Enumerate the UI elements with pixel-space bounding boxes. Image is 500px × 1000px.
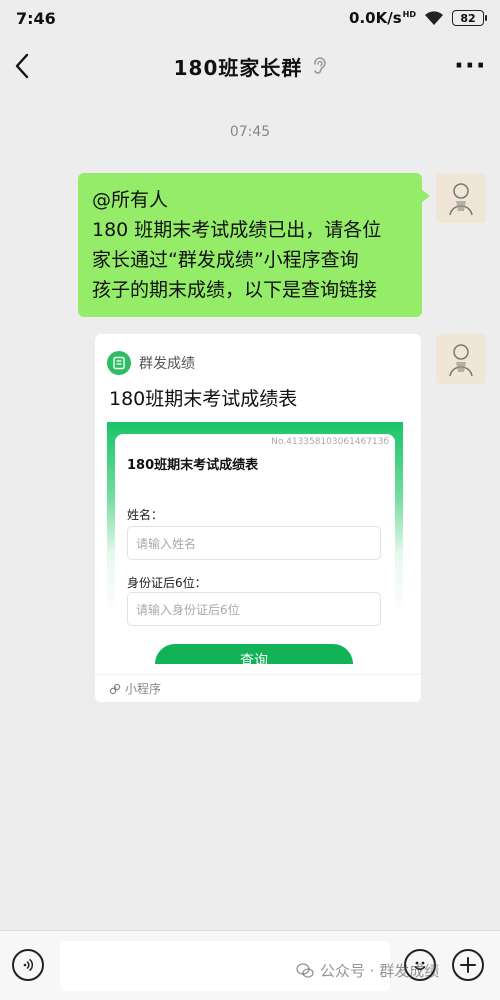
plus-icon [460, 957, 476, 973]
mini-program-name: 群发成绩 [139, 356, 195, 372]
mini-program-preview: No.41335810306146713б 180班期末考试成绩表 姓名： 请输… [107, 422, 403, 664]
watermark-text: 公众号 · 群发成绩 [320, 962, 440, 980]
voice-icon [23, 959, 34, 971]
mini-program-footer: 小程序 [95, 674, 421, 702]
id-label: 身份证后6位： [127, 576, 207, 590]
chevron-left-icon [15, 53, 29, 79]
sender-avatar[interactable] [436, 334, 486, 384]
mini-program-title: 180班期末考试成绩表 [109, 388, 298, 410]
form-serial-number: No.41335810306146713б [271, 437, 389, 447]
hd-badge: HD [402, 10, 416, 19]
more-options-button[interactable]: ··· [454, 53, 486, 79]
chat-title: 180班家长群 [173, 55, 303, 80]
network-speed: 0.0K/sHD [349, 9, 416, 27]
watermark: 公众号 · 群发成绩 [296, 960, 439, 981]
wifi-icon [424, 10, 444, 26]
text-message-bubble[interactable]: @所有人 180 班期末考试成绩已出，请各位 家长通过“群发成绩”小程序查询 孩… [78, 173, 430, 317]
message-line: @所有人 [92, 189, 169, 211]
sender-avatar[interactable] [436, 173, 486, 223]
id-placeholder: 请输入身份证后6位 [136, 602, 240, 617]
mini-program-logo-icon [107, 351, 131, 375]
message-timestamp: 07:45 [229, 124, 271, 140]
name-label: 姓名： [127, 508, 164, 522]
form-title: 180班期末考试成绩表 [127, 458, 259, 473]
mini-program-icon [109, 683, 121, 694]
mini-program-card[interactable]: 群发成绩 180班期末考试成绩表 No.41335810306146713б 1… [95, 334, 421, 702]
name-input: 请输入姓名 [127, 526, 381, 560]
chat-title-group: 180班家长群 [174, 52, 327, 81]
battery-icon: 82 [452, 10, 487, 26]
message-line: 180 班期末考试成绩已出，请各位 [92, 219, 382, 241]
mini-program-header: 群发成绩 [95, 334, 421, 380]
query-form-preview: No.41335810306146713б 180班期末考试成绩表 姓名： 请输… [115, 434, 395, 664]
chat-header: 180班家长群 ··· [0, 38, 500, 94]
name-placeholder: 请输入姓名 [136, 536, 197, 551]
message-line: 家长通过“群发成绩”小程序查询 [92, 249, 359, 271]
voice-input-button[interactable] [12, 949, 44, 981]
status-time: 7:46 [16, 8, 56, 28]
id-input: 请输入身份证后6位 [127, 592, 381, 626]
more-actions-button[interactable] [452, 949, 484, 981]
mini-program-footer-label: 小程序 [125, 682, 162, 696]
back-button[interactable] [14, 46, 46, 86]
wechat-logo-icon [296, 962, 314, 978]
message-line: 孩子的期末成绩，以下是查询链接 [92, 279, 378, 301]
status-indicators: 0.0K/sHD 82 [349, 9, 487, 27]
battery-level: 82 [460, 11, 476, 25]
status-bar: 7:46 0.0K/sHD 82 [0, 0, 500, 36]
query-button: 查询 [155, 644, 353, 664]
earpiece-mode-icon [312, 57, 327, 75]
